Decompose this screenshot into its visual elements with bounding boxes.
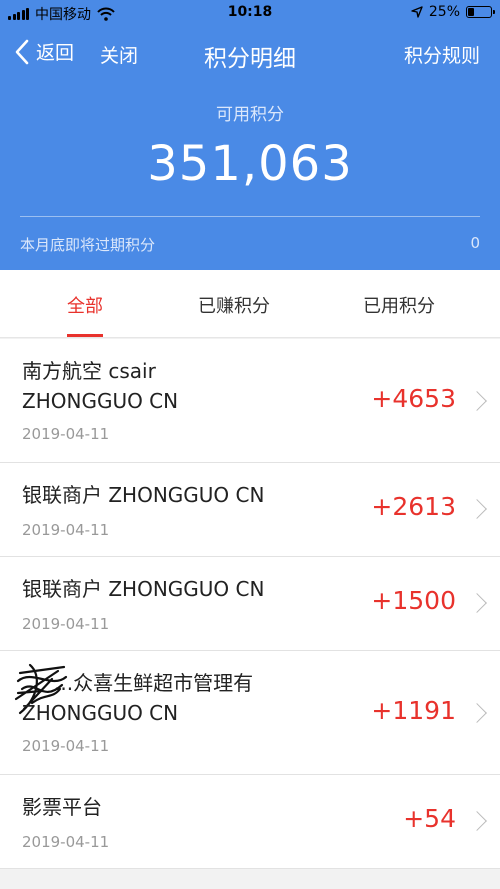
status-right: 25% xyxy=(411,4,495,20)
nav-bar: 返回 关闭 积分明细 积分规则 xyxy=(0,26,500,82)
status-bar: 中国移动 10:18 25% xyxy=(0,0,500,26)
record-merchant: 南方航空 csair xyxy=(22,359,156,383)
available-points-value: 351,063 xyxy=(147,136,353,192)
back-chevron-icon xyxy=(15,39,29,64)
battery-fill xyxy=(468,8,474,16)
chevron-right-icon xyxy=(467,811,487,831)
location-arrow-icon xyxy=(411,6,423,18)
battery-icon xyxy=(466,6,495,18)
record-merchant: 银联商户 ZHONGGUO CN xyxy=(22,483,265,507)
record-date: 2019-04-11 xyxy=(22,737,110,755)
points-rules-link[interactable]: 积分规则 xyxy=(404,41,480,68)
chevron-right-icon xyxy=(467,499,487,519)
record-date: 2019-04-11 xyxy=(22,521,110,539)
tab-all[interactable]: 全部 xyxy=(67,292,103,318)
points-header: 返回 关闭 积分明细 积分规则 可用积分 351,063 本月底即将过期积分 0 xyxy=(0,26,500,270)
back-label: 返回 xyxy=(36,42,75,64)
available-points-label: 可用积分 xyxy=(216,105,284,125)
record-merchant: 银联商户 ZHONGGUO CN xyxy=(22,577,265,601)
record-merchant-location: ZHONGGUO CN xyxy=(22,389,179,413)
expiring-points-value: 0 xyxy=(470,234,480,252)
expiring-points-label: 本月底即将过期积分 xyxy=(20,236,156,254)
chevron-right-icon xyxy=(467,703,487,723)
battery-percent: 25% xyxy=(428,4,460,20)
list-item[interactable]: 银联商户 ZHONGGUO CN 2019-04-11 +2613 xyxy=(0,463,500,557)
list-item[interactable]: ...众喜生鲜超市管理有 ZHONGGUO CN 2019-04-11 +119… xyxy=(0,651,500,775)
list-item[interactable]: 南方航空 csair ZHONGGUO CN 2019-04-11 +4653 xyxy=(0,339,500,463)
chevron-right-icon xyxy=(467,593,487,613)
record-date: 2019-04-11 xyxy=(22,833,110,851)
chevron-right-icon xyxy=(467,391,487,411)
list-item[interactable]: 银联商户 ZHONGGUO CN 2019-04-11 +1500 xyxy=(0,557,500,651)
filter-tabs: 全部 已赚积分 已用积分 xyxy=(0,270,500,338)
header-divider xyxy=(20,216,480,217)
close-button[interactable]: 关闭 xyxy=(100,41,138,68)
active-tab-indicator xyxy=(67,334,103,337)
record-points: +4653 xyxy=(371,384,456,413)
back-button[interactable]: 返回 xyxy=(14,38,74,65)
points-record-list: 南方航空 csair ZHONGGUO CN 2019-04-11 +4653 … xyxy=(0,339,500,869)
record-points: +54 xyxy=(403,804,456,833)
record-points: +1500 xyxy=(371,586,456,615)
record-merchant: 影票平台 xyxy=(22,795,102,819)
tab-earned[interactable]: 已赚积分 xyxy=(198,292,270,318)
record-date: 2019-04-11 xyxy=(22,615,110,633)
record-merchant-location: ZHONGGUO CN xyxy=(22,701,179,725)
tab-used[interactable]: 已用积分 xyxy=(363,292,435,318)
record-points: +2613 xyxy=(371,492,456,521)
list-item[interactable]: 影票平台 2019-04-11 +54 xyxy=(0,775,500,869)
record-merchant: ...众喜生鲜超市管理有 xyxy=(54,671,254,695)
record-points: +1191 xyxy=(371,696,456,725)
record-date: 2019-04-11 xyxy=(22,425,110,443)
